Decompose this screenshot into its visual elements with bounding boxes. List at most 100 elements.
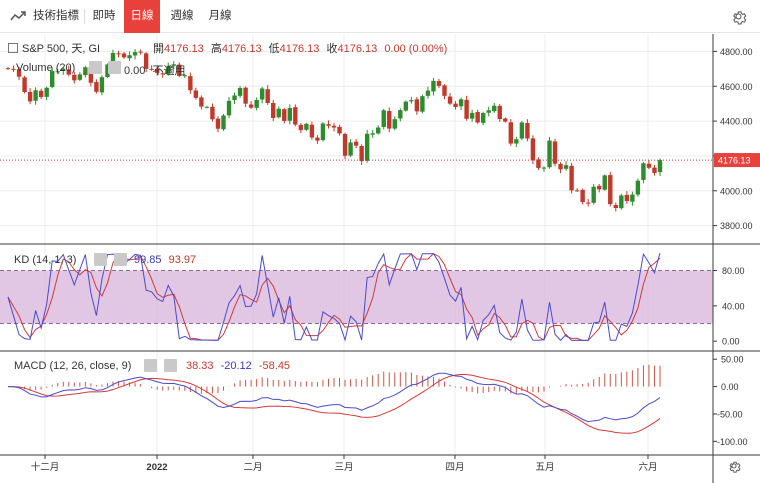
candle-body: [199, 97, 204, 107]
volume-na: 不適用: [152, 65, 186, 77]
chart-settings-gear-icon[interactable]: [727, 459, 741, 476]
main-legend: S&P 500, 天, GI: [8, 40, 100, 56]
kd-settings-icon[interactable]: [94, 253, 107, 266]
open-value: 4176.13: [164, 43, 204, 55]
candle-body: [381, 110, 386, 128]
macd-settings-icon[interactable]: [144, 359, 157, 372]
candlestick-series: [5, 49, 663, 212]
kd-values: 99.85 93.97: [134, 254, 196, 266]
high-label: 高: [210, 43, 222, 55]
tab-weekly[interactable]: 週線: [165, 0, 199, 33]
indicators-button[interactable]: 技術指標: [31, 0, 81, 33]
candle-body: [326, 124, 331, 126]
kd-legend: KD (14, 1, 3): [14, 254, 76, 266]
candle-body: [480, 113, 486, 123]
candle-body: [453, 103, 458, 107]
candle-body: [348, 142, 353, 156]
candle-body: [547, 140, 552, 168]
candle-body: [77, 74, 83, 80]
kd-close-icon[interactable]: [114, 253, 127, 266]
candle-body: [188, 76, 193, 91]
kd-label: KD (14, 1, 3): [14, 254, 77, 266]
macd-values: 38.33 -20.12 -58.45: [186, 360, 290, 372]
candle-body: [232, 95, 237, 101]
collapse-icon[interactable]: [8, 43, 18, 53]
candle-body: [282, 109, 287, 121]
candle-body: [585, 202, 591, 204]
price-tick-label: 4000.00: [720, 186, 753, 196]
price-tick-label: 4800.00: [720, 47, 753, 57]
candle-body: [226, 100, 232, 116]
candle-body: [635, 180, 641, 195]
candle-body: [298, 124, 304, 131]
time-tick-label: 四月: [445, 462, 464, 473]
price-tick-label: 3800.00: [720, 221, 753, 231]
candle-body: [138, 51, 143, 53]
candle-body: [221, 115, 226, 130]
settings-gear-icon[interactable]: [730, 8, 747, 28]
indicators-icon[interactable]: [10, 9, 26, 28]
candle-body: [127, 55, 132, 59]
time-tick-label: 六月: [638, 461, 657, 473]
candle-body: [508, 122, 514, 144]
candle-body: [403, 101, 409, 111]
candle-body: [99, 77, 105, 93]
candle-body: [630, 194, 635, 202]
candle-body: [597, 185, 602, 190]
kd-tick-label: 80.00: [722, 266, 745, 276]
macd-tick-label: 0.00: [721, 382, 739, 392]
candle-body: [646, 163, 652, 168]
candle-body: [641, 163, 646, 180]
change-value: 0.00 (0.00%): [384, 43, 448, 55]
volume-label: Volume (20): [16, 62, 76, 74]
toolbar-divider: [84, 9, 85, 24]
candle-body: [558, 163, 563, 170]
candle-body: [287, 108, 292, 121]
volume-close-icon[interactable]: [108, 61, 121, 74]
candle-body: [541, 167, 547, 169]
candle-body: [613, 205, 618, 208]
candle-body: [121, 53, 127, 58]
tab-daily[interactable]: 日線: [124, 0, 160, 33]
kd-indicator: [0, 252, 713, 342]
candle-body: [353, 141, 359, 146]
candle-body: [580, 189, 585, 203]
candle-body: [5, 68, 11, 70]
tab-realtime[interactable]: 即時: [88, 0, 120, 33]
candle-body: [414, 99, 420, 112]
tab-monthly[interactable]: 月線: [203, 0, 237, 33]
candle-body: [276, 108, 281, 118]
kd-overbought-band: [0, 270, 713, 324]
macd-label: MACD (12, 26, close, 9): [14, 360, 132, 372]
time-tick-label: 十二月: [31, 461, 60, 473]
macd-close-icon[interactable]: [164, 359, 177, 372]
candle-body: [514, 139, 519, 144]
kd-tick-label: 40.00: [722, 301, 745, 311]
volume-settings-icon[interactable]: [89, 61, 102, 74]
candle-body: [464, 99, 469, 119]
candle-body: [619, 195, 624, 209]
macd-tick-label: 50.00: [721, 355, 744, 365]
candle-body: [563, 165, 569, 169]
candle-body: [27, 91, 33, 102]
time-tick-label: 二月: [243, 462, 262, 473]
candle-body: [447, 96, 453, 104]
candle-body: [83, 67, 88, 76]
candle-body: [210, 106, 215, 120]
candle-body: [425, 90, 431, 96]
time-tick-label: 三月: [334, 462, 353, 473]
candle-body: [519, 122, 525, 139]
last-price-label: 4176.13: [718, 156, 751, 166]
candle-body: [337, 126, 342, 134]
high-value: 4176.13: [221, 43, 262, 55]
candle-body: [591, 186, 596, 203]
candle-body: [431, 80, 436, 92]
macd-indicator: [7, 364, 661, 434]
time-tick-label: 五月: [535, 462, 554, 473]
candle-body: [271, 102, 276, 118]
candle-body: [602, 175, 607, 190]
kd-d-value: 93.97: [168, 254, 197, 266]
volume-value: 0.00: [124, 65, 146, 77]
candle-body: [420, 96, 425, 112]
low-label: 低: [268, 43, 280, 55]
